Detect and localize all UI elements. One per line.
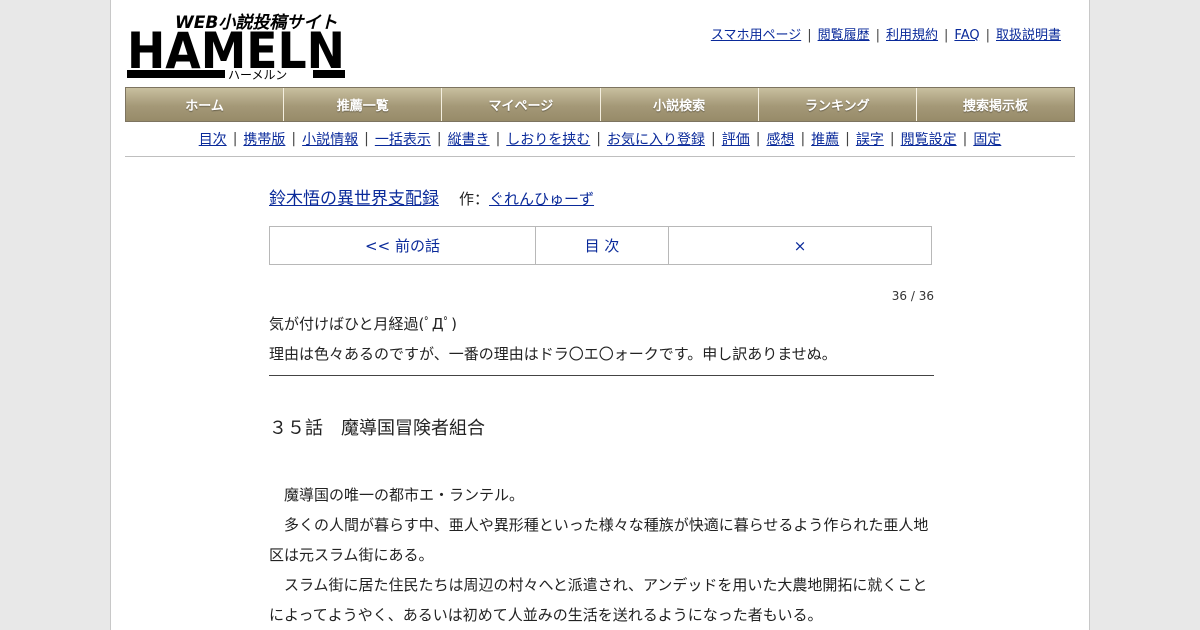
preface-line: 理由は色々あるのですが、一番の理由はドラ〇エ〇ォークです。申し訳ありませぬ。 bbox=[269, 345, 837, 363]
subnav-comments[interactable]: 感想 bbox=[766, 129, 794, 149]
content: 鈴木悟の異世界支配録 作：ぐれんひゅーず << 前の話 目 次 × 36 / 36… bbox=[269, 170, 934, 630]
faq-link[interactable]: FAQ bbox=[954, 28, 979, 43]
prev-episode-link[interactable]: << 前の話 bbox=[365, 235, 440, 256]
subnav-pin[interactable]: 固定 bbox=[973, 129, 1001, 149]
novel-title-link[interactable]: 鈴木悟の異世界支配録 bbox=[269, 189, 439, 209]
main-nav: ホーム 推薦一覧 マイページ 小説検索 ランキング 捜索掲示板 bbox=[125, 87, 1075, 122]
nav-recommendations[interactable]: 推薦一覧 bbox=[284, 88, 443, 121]
page: WEB小説投稿サイト HAMELN ハーメルン スマホ用ページ | 閲覧履歴 | 利用規… bbox=[110, 0, 1090, 630]
preface-line: 気が付けばひと月経過(ﾟДﾟ) bbox=[269, 315, 457, 333]
author-prefix: 作： bbox=[459, 190, 490, 208]
subnav-toc[interactable]: 目次 bbox=[199, 129, 227, 149]
next-episode-link[interactable]: × bbox=[794, 237, 807, 255]
nav-ranking[interactable]: ランキング bbox=[759, 88, 917, 121]
subnav-recommend[interactable]: 推薦 bbox=[811, 129, 839, 149]
browsing-history-link[interactable]: 閲覧履歴 bbox=[818, 28, 870, 43]
nav-mypage[interactable]: マイページ bbox=[442, 88, 601, 121]
episode-pager: << 前の話 目 次 × bbox=[269, 226, 932, 265]
subnav-reading-settings[interactable]: 閲覧設定 bbox=[901, 129, 957, 149]
subnav-novel-info[interactable]: 小説情報 bbox=[302, 129, 358, 149]
episode-counter: 36 / 36 bbox=[891, 289, 934, 303]
subnav-typo[interactable]: 誤字 bbox=[856, 129, 884, 149]
subnav-show-all[interactable]: 一括表示 bbox=[375, 129, 431, 149]
site-logo[interactable]: WEB小説投稿サイト HAMELN ハーメルン bbox=[127, 10, 347, 80]
body-paragraph: 多くの人間が暮らす中、亜人や異形種といった様々な種族が快適に暮らせるよう作られた… bbox=[269, 516, 929, 564]
terms-link[interactable]: 利用規約 bbox=[886, 28, 938, 43]
chapter-body: 魔導国の唯一の都市エ・ランテル。 多くの人間が暮らす中、亜人や異形種といった様々… bbox=[269, 480, 934, 630]
toc-link[interactable]: 目 次 bbox=[585, 235, 620, 256]
author-line: 作：ぐれんひゅーず bbox=[459, 190, 594, 208]
title-row: 鈴木悟の異世界支配録 作：ぐれんひゅーず bbox=[269, 184, 934, 209]
nav-search-board[interactable]: 捜索掲示板 bbox=[917, 88, 1074, 121]
subnav-bookmark[interactable]: しおりを挟む bbox=[506, 129, 590, 149]
subnav-mobile[interactable]: 携帯版 bbox=[243, 129, 285, 149]
sub-nav: 目次 | 携帯版 | 小説情報 | 一括表示 | 縦書き | しおりを挟む | お気に入り登… bbox=[125, 122, 1075, 157]
smartphone-page-link[interactable]: スマホ用ページ bbox=[711, 28, 801, 43]
body-paragraph: スラム街に居た住民たちは周辺の村々へと派遣され、アンデッドを用いた大農地開拓に就… bbox=[269, 576, 928, 624]
subnav-favorite[interactable]: お気に入り登録 bbox=[607, 129, 705, 149]
body-paragraph: 魔導国の唯一の都市エ・ランテル。 bbox=[269, 486, 525, 504]
manual-link[interactable]: 取扱説明書 bbox=[996, 28, 1061, 43]
nav-novel-search[interactable]: 小説検索 bbox=[601, 88, 759, 121]
author-link[interactable]: ぐれんひゅーず bbox=[489, 190, 594, 208]
top-links: スマホ用ページ | 閲覧履歴 | 利用規約 | FAQ | 取扱説明書 bbox=[710, 28, 1061, 43]
preface: 気が付けばひと月経過(ﾟДﾟ) 理由は色々あるのですが、一番の理由はドラ〇エ〇ォ… bbox=[269, 309, 934, 376]
nav-home[interactable]: ホーム bbox=[126, 88, 285, 121]
logo-kana: ハーメルン bbox=[228, 68, 287, 80]
subnav-rating[interactable]: 評価 bbox=[722, 129, 750, 149]
chapter-title: ３５話 魔導国冒険者組合 bbox=[269, 418, 485, 439]
subnav-vertical[interactable]: 縦書き bbox=[448, 129, 490, 149]
